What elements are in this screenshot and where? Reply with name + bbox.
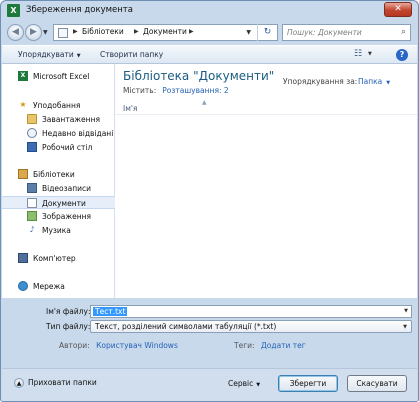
documents-icon <box>27 198 37 208</box>
library-title: Бібліотека "Документи" <box>123 69 275 83</box>
nav-item-label: Комп'ютер <box>33 254 76 263</box>
nav-item-label: Документи <box>42 199 86 208</box>
save-form: Ім'я файлу: Тест.txt ▼ Тип файлу: Текст,… <box>2 298 417 368</box>
nav-item-downloads[interactable]: Завантаження <box>2 113 115 126</box>
column-header-row: ▲ Ім'я <box>115 99 417 115</box>
network-icon <box>18 281 28 291</box>
breadcrumb-separator-icon[interactable]: ▶ <box>73 28 78 35</box>
window-title: Збереження документа <box>26 5 133 15</box>
nav-item-recent-places[interactable]: Недавно відвідані <box>2 127 115 140</box>
sort-dropdown[interactable]: Папка ▼ <box>358 77 390 86</box>
filename-label: Ім'я файлу: <box>46 307 91 316</box>
videos-icon <box>27 183 37 193</box>
search-placeholder: Пошук: Документи <box>287 28 362 37</box>
recent-locations-dropdown-icon[interactable]: ▼ <box>43 29 48 36</box>
new-folder-button[interactable]: Створити папку <box>100 50 163 59</box>
chevron-down-icon: ▼ <box>403 324 407 330</box>
nav-item-pictures[interactable]: Зображення <box>2 210 115 223</box>
nav-item-favorites[interactable]: ★ Уподобання <box>2 99 115 112</box>
nav-item-label: Робочий стіл <box>42 143 93 152</box>
help-icon[interactable]: ? <box>396 49 408 61</box>
nav-item-label: Мережа <box>33 282 65 291</box>
nav-item-desktop[interactable]: Робочий стіл <box>2 141 115 154</box>
authors-label: Автори: <box>59 341 90 350</box>
search-input[interactable]: Пошук: Документи ⌕ <box>282 24 411 41</box>
library-icon <box>58 28 68 38</box>
includes-label: Містить: <box>123 86 157 95</box>
nav-item-videos[interactable]: Відеозаписи <box>2 182 115 195</box>
nav-item-label: Музика <box>42 226 71 235</box>
nav-item-music[interactable]: ♪ Музика <box>2 224 115 237</box>
nav-item-computer[interactable]: Комп'ютер <box>2 252 115 265</box>
authors-value[interactable]: Користувач Windows <box>96 341 178 350</box>
nav-item-documents[interactable]: Документи <box>2 196 115 209</box>
desktop-icon <box>27 142 37 152</box>
computer-icon <box>18 253 28 263</box>
nav-item-label: Microsoft Excel <box>33 72 90 81</box>
view-dropdown-icon[interactable]: ▼ <box>368 51 372 57</box>
nav-item-libraries[interactable]: Бібліотеки <box>2 168 115 181</box>
view-options-icon[interactable]: ☷ <box>354 49 362 59</box>
save-button[interactable]: Зберегти <box>278 375 338 392</box>
libraries-icon <box>18 169 28 179</box>
filename-value: Тест.txt <box>93 307 128 316</box>
locations-link[interactable]: Розташування: 2 <box>162 86 228 95</box>
back-button[interactable]: ◀ <box>7 24 24 41</box>
breadcrumb-separator-icon[interactable]: ▶ <box>134 28 139 35</box>
chevron-down-icon: ▼ <box>256 382 261 388</box>
nav-item-label: Завантаження <box>42 115 100 124</box>
nav-item-label: Бібліотеки <box>33 170 75 179</box>
excel-icon: X <box>18 71 28 81</box>
save-dialog: X Збереження документа ✕ ◀ ▶ ▼ ▶ Бібліот… <box>0 0 419 402</box>
address-bar[interactable]: ▶ Бібліотеки ▶ Документи ▶ ▼ <box>53 24 278 41</box>
tags-row: Теги: Додати тег <box>234 341 306 350</box>
refresh-icon[interactable]: ↻ <box>257 24 277 41</box>
address-row: ◀ ▶ ▼ ▶ Бібліотеки ▶ Документи ▶ ▼ ↻ Пош… <box>1 21 418 45</box>
chevron-down-icon: ▼ <box>386 80 391 86</box>
close-button[interactable]: ✕ <box>384 2 412 17</box>
nav-item-network[interactable]: Мережа <box>2 280 115 293</box>
hide-folders-button[interactable]: ▲ Приховати папки <box>14 378 97 388</box>
nav-item-label: Недавно відвідані <box>42 129 114 138</box>
column-header-name[interactable]: Ім'я <box>123 104 137 113</box>
filename-field[interactable]: Тест.txt ▼ <box>90 305 412 318</box>
address-dropdown-icon[interactable]: ▼ <box>246 29 251 36</box>
breadcrumb-libraries[interactable]: Бібліотеки <box>82 27 124 36</box>
library-includes: Містить: Розташування: 2 <box>123 86 229 95</box>
nav-item-label: Зображення <box>42 212 92 221</box>
filename-dropdown-icon[interactable]: ▼ <box>404 308 408 314</box>
nav-item-label: Відеозаписи <box>42 184 91 193</box>
bottom-bar: ▲ Приховати папки Сервіс ▼ Зберегти Скасув… <box>2 368 417 401</box>
forward-button[interactable]: ▶ <box>25 24 42 41</box>
navigation-pane: X Microsoft Excel ★ Уподобання Завантаже… <box>2 64 115 298</box>
tags-label: Теги: <box>234 341 255 350</box>
title-bar[interactable]: X Збереження документа ✕ <box>1 1 418 21</box>
sort-ascending-icon: ▲ <box>202 99 207 106</box>
nav-item-label: Уподобання <box>33 101 81 110</box>
excel-icon: X <box>7 4 20 17</box>
cancel-button[interactable]: Скасувати <box>347 375 407 392</box>
tags-value[interactable]: Додати тег <box>261 341 306 350</box>
breadcrumb-documents[interactable]: Документи <box>143 27 187 36</box>
recent-places-icon <box>27 128 37 138</box>
authors-row: Автори: Користувач Windows <box>59 341 178 350</box>
search-icon[interactable]: ⌕ <box>401 27 406 37</box>
breadcrumb-separator-icon[interactable]: ▶ <box>189 28 194 35</box>
nav-item-microsoft-excel[interactable]: X Microsoft Excel <box>2 70 115 83</box>
filetype-select[interactable]: Текст, розділений символами табуляції (*… <box>90 320 412 333</box>
downloads-folder-icon <box>27 114 37 124</box>
chevron-up-icon: ▲ <box>14 378 24 388</box>
sort-label: Упорядкування за: <box>283 77 358 86</box>
chevron-down-icon: ▼ <box>76 53 81 59</box>
music-icon: ♪ <box>29 225 35 234</box>
star-icon: ★ <box>19 100 27 109</box>
filetype-value: Текст, розділений символами табуляції (*… <box>95 322 277 331</box>
pictures-icon <box>27 211 37 221</box>
filetype-label: Тип файлу: <box>46 322 91 331</box>
tools-button[interactable]: Сервіс ▼ <box>228 379 260 388</box>
toolbar: Упорядкувати ▼ Створити папку ☷ ▼ ? <box>2 45 417 64</box>
file-list-pane[interactable]: Бібліотека "Документи" Містить: Розташува… <box>115 64 417 298</box>
organize-button[interactable]: Упорядкувати ▼ <box>18 50 81 59</box>
